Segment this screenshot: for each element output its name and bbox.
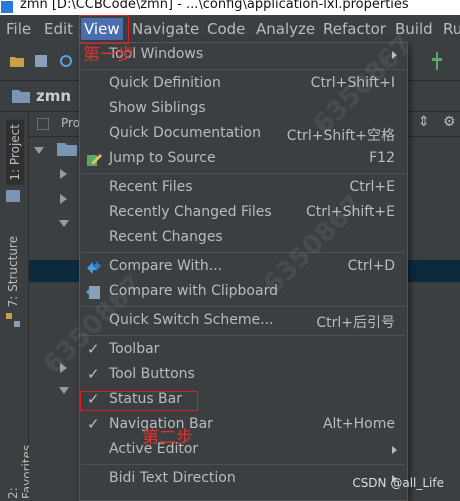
menu-navigate[interactable]: Navigate xyxy=(132,20,199,38)
tree-collapse-icon[interactable] xyxy=(60,169,67,179)
menu-item-shortcut: Ctrl+后引号 xyxy=(316,315,395,331)
menu-item-jump-to-source[interactable]: Jump to Source F12 xyxy=(80,147,407,171)
csdn-credit: CSDN @all_Life xyxy=(352,476,444,490)
menu-item-shortcut: Alt+Home xyxy=(322,416,395,432)
menu-item-label: Quick Switch Scheme... xyxy=(109,312,274,328)
menu-item-label: Jump to Source xyxy=(109,150,216,166)
checkmark-icon: ✓ xyxy=(87,415,100,433)
menu-item-shortcut: F12 xyxy=(369,150,395,166)
open-folder-icon[interactable] xyxy=(10,55,24,67)
project-view-icon xyxy=(37,118,49,130)
tree-collapse-icon[interactable] xyxy=(60,194,67,204)
menu-item-label: Toolbar xyxy=(109,341,160,357)
breadcrumb-project[interactable]: zmn xyxy=(36,87,71,105)
menu-item-shortcut: Ctrl+E xyxy=(349,179,396,195)
menu-item-label: Recent Files xyxy=(109,179,193,195)
intellij-app-icon xyxy=(1,1,13,13)
checkmark-icon: ✓ xyxy=(87,365,100,383)
menu-separator xyxy=(82,173,405,174)
left-tool-strip: 1: Project 7: Structure 2: Favorites xyxy=(0,112,34,499)
settings-gear-icon[interactable]: ⚙ xyxy=(443,114,456,130)
menu-edit[interactable]: Edit xyxy=(44,20,73,38)
submenu-arrow-icon xyxy=(392,446,397,454)
tree-expand-icon[interactable] xyxy=(59,220,69,227)
menu-refactor[interactable]: Refactor xyxy=(323,20,386,38)
sync-icon[interactable] xyxy=(59,55,73,67)
menu-item-label: Recent Changes xyxy=(109,229,223,245)
tab-project[interactable]: 1: Project xyxy=(6,120,24,185)
menu-item-label: Quick Definition xyxy=(109,75,221,91)
window-title-bar: zmn [D:\CCBCode\zmn] - ...\config\applic… xyxy=(0,0,460,15)
window-title: zmn [D:\CCBCode\zmn] - ...\config\applic… xyxy=(20,0,409,12)
menu-item-recent-files[interactable]: Recent Files Ctrl+E xyxy=(80,176,407,200)
menu-item-recent-changes[interactable]: Recent Changes xyxy=(80,226,407,250)
menu-item-toolbar[interactable]: ✓ Toolbar xyxy=(80,338,407,362)
menu-item-quick-switch-scheme[interactable]: Quick Switch Scheme... Ctrl+后引号 xyxy=(80,309,407,333)
highlight-box-status-bar xyxy=(80,391,198,411)
menu-analyze[interactable]: Analyze xyxy=(256,20,315,38)
project-folder-icon xyxy=(12,90,30,103)
menu-item-navigation-bar[interactable]: ✓ Navigation Bar Alt+Home xyxy=(80,413,407,437)
menu-separator xyxy=(82,335,405,336)
menu-separator xyxy=(82,464,405,465)
menu-separator xyxy=(82,252,405,253)
menu-run[interactable]: Ru xyxy=(443,20,460,38)
annotation-step-one: 第一步 xyxy=(83,45,134,65)
menu-item-label: Quick Documentation xyxy=(109,125,261,141)
menu-item-label: Recently Changed Files xyxy=(109,204,272,220)
menu-item-active-editor[interactable]: Active Editor xyxy=(80,438,407,462)
tab-structure[interactable]: 7: Structure xyxy=(6,236,20,307)
menu-item-quick-documentation[interactable]: Quick Documentation Ctrl+Shift+空格 xyxy=(80,122,407,146)
menu-file[interactable]: File xyxy=(6,20,31,38)
menu-code[interactable]: Code xyxy=(207,20,245,38)
annotation-step-two: 第二步 xyxy=(142,428,193,448)
project-panel-title[interactable]: Pro xyxy=(61,116,80,130)
menu-item-shortcut: Ctrl+D xyxy=(347,258,395,274)
collapse-all-icon[interactable]: ⇕ xyxy=(418,114,430,130)
structure-tab-icon xyxy=(6,313,20,327)
module-folder-icon xyxy=(57,143,77,156)
menu-item-label: Bidi Text Direction xyxy=(109,470,236,486)
tree-expand-icon[interactable] xyxy=(34,147,44,154)
tree-expand-icon[interactable] xyxy=(59,387,69,394)
menu-item-label: Show Siblings xyxy=(109,100,206,116)
compare-arrows-icon xyxy=(87,261,101,274)
pencil-edit-icon xyxy=(87,154,102,166)
project-tab-icon xyxy=(6,190,20,202)
save-icon[interactable] xyxy=(34,55,48,67)
menu-item-tool-buttons[interactable]: ✓ Tool Buttons xyxy=(80,363,407,387)
menu-item-label: Tool Buttons xyxy=(109,366,195,382)
run-coverage-icon[interactable] xyxy=(432,52,442,70)
